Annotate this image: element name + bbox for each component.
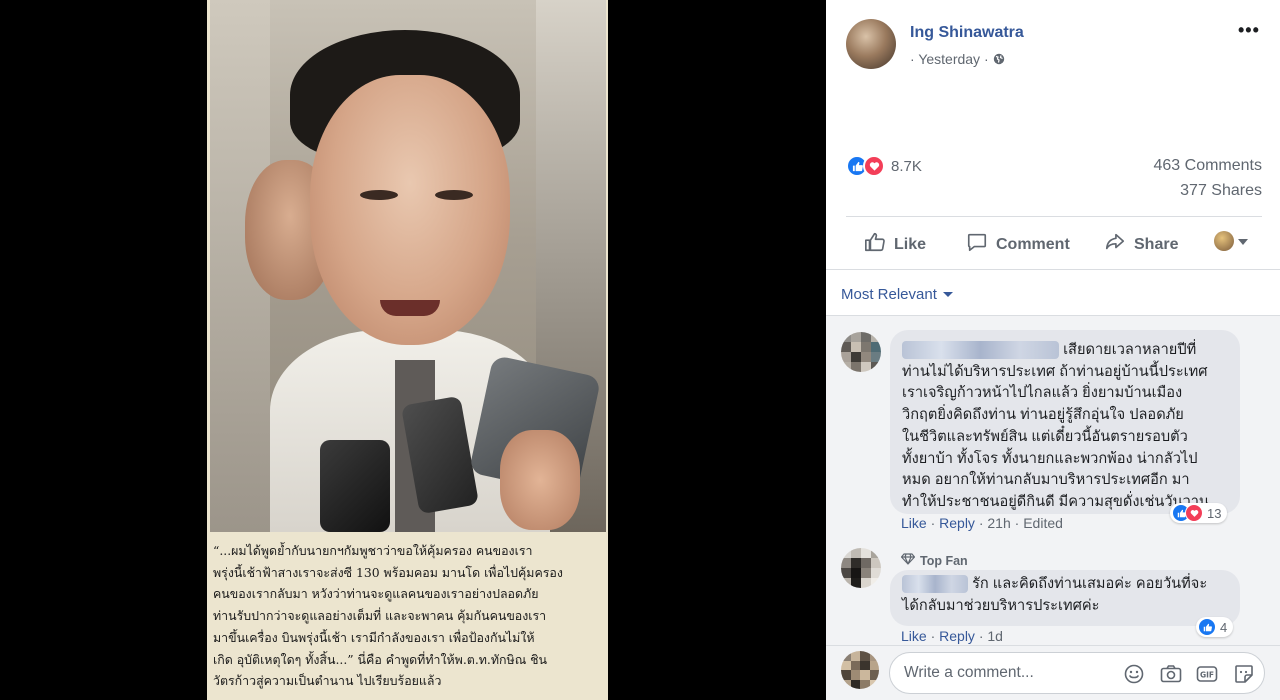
speech-bubble-icon (966, 231, 996, 258)
diamond-icon (900, 553, 916, 568)
commenter-avatar-pixelated[interactable] (841, 332, 881, 372)
comment-actions: Like · Reply · 21h · Edited (901, 515, 1063, 531)
page-avatar (1214, 231, 1234, 251)
separator: · (1010, 515, 1024, 531)
comment-actions: Like · Reply · 1d (901, 628, 1003, 644)
comment-button[interactable]: Comment (966, 231, 1070, 258)
separator: · (926, 515, 940, 531)
sticker-icon[interactable] (1233, 663, 1255, 685)
gif-icon[interactable]: GIF (1196, 663, 1218, 685)
comment-text-line: ได้กลับมาช่วยบริหารประเทศค่ะ (902, 597, 1100, 614)
comment-like-link[interactable]: Like (901, 628, 927, 644)
comments-count-link[interactable]: 463 Comments (1154, 157, 1263, 175)
divider (846, 216, 1262, 217)
caption-line: เกิด อุบัติเหตุใดๆ ทั้งสิ้น...” นี่คือ ค… (213, 651, 548, 667)
reaction-count: 13 (1207, 505, 1222, 521)
caption-line: วัตรก้าวสู่ความเป็นตำนาน ไปเรียบร้อยแล้ว (213, 673, 442, 689)
newspaper-clipping: “...ผมได้พูดย้ำกับนายกฯกัมพูชาว่าขอให้คุ… (207, 0, 608, 700)
comments-list: เสียดายเวลาหลายปีที่ ท่านไม่ได้บริหารประ… (826, 315, 1280, 645)
comment-text-line: ในชีวิตและทรัพย์สิน แต่เดี๋ยวนี้อันตรายร… (902, 428, 1188, 445)
emoji-icon[interactable] (1123, 663, 1145, 685)
caption-line: พรุ่งนี้เช้าฟ้าสางเราจะส่งซี 130 พร้อมคอ… (213, 564, 563, 580)
reaction-count: 8.7K (891, 157, 922, 175)
reactions-summary[interactable]: 8.7K (846, 155, 922, 177)
author-avatar[interactable] (846, 19, 896, 69)
comment-reply-link[interactable]: Reply (939, 628, 975, 644)
svg-text:GIF: GIF (1200, 671, 1214, 680)
share-button-label: Share (1134, 235, 1179, 253)
globe-icon (993, 51, 1005, 67)
comment-bubble: เสียดายเวลาหลายปีที่ ท่านไม่ได้บริหารประ… (890, 330, 1240, 514)
comment-text-line: ท่านไม่ได้บริหารประเทศ ถ้าท่านอยู่บ้านนี… (902, 363, 1208, 380)
share-arrow-icon (1104, 231, 1134, 258)
like-button-label: Like (894, 235, 927, 253)
meta-dot: · (980, 51, 993, 67)
separator: · (974, 515, 988, 531)
sort-label: Most Relevant (841, 286, 937, 303)
top-fan-badge[interactable]: Top Fan (900, 553, 968, 568)
comment-text-line: เสียดายเวลาหลายปีที่ (1063, 342, 1197, 358)
post-side-panel: Ing Shinawatra · Yesterday · ••• 8.7K 46… (826, 0, 1280, 700)
comment-reactions[interactable]: 13 (1170, 503, 1228, 523)
commenter-name-blurred[interactable] (902, 341, 1059, 360)
comment-bubble: รัก และคิดถึงท่านเสมอค่ะ คอยวันที่จะ ได้… (890, 570, 1240, 626)
like-reaction-icon (1198, 618, 1216, 636)
author-name[interactable]: Ing Shinawatra (910, 24, 1024, 42)
post-time[interactable]: Yesterday (918, 51, 980, 67)
comment-reply-link[interactable]: Reply (939, 515, 975, 531)
comment-composer: Write a comment... GIF (826, 645, 1280, 700)
comment-reactions[interactable]: 4 (1196, 617, 1234, 637)
post-meta: · Yesterday · (910, 51, 1005, 67)
comment-text-line: ทั้งยาบ้า ทั้งโจร ทั้งนายกและพวกพ้อง น่า… (902, 450, 1198, 467)
like-button[interactable]: Like (864, 231, 926, 258)
reaction-as-selector[interactable] (1214, 231, 1256, 251)
clipping-caption: “...ผมได้พูดย้ำกับนายกฯกัมพูชาว่าขอให้คุ… (213, 540, 605, 692)
separator: · (926, 628, 940, 644)
edited-label[interactable]: Edited (1023, 515, 1063, 531)
camera-icon[interactable] (1160, 663, 1182, 685)
comment-time[interactable]: 1d (987, 628, 1003, 644)
thumbs-up-icon (864, 231, 894, 258)
comment-text-line: วิกฤตยิ่งคิดถึงท่าน ท่านอยู่รู้สึกอุ่นใจ… (902, 407, 1184, 424)
caption-line: คนของเรากลับมา หวังว่าท่านจะดูแลคนของเรา… (213, 586, 539, 602)
post-action-bar: Like Comment Share (846, 225, 1262, 263)
caret-down-icon (942, 292, 953, 297)
comment-like-link[interactable]: Like (901, 515, 927, 531)
comment-text-line: หมด อยากให้ท่านกลับมาบริหารประเทศอีก มา (902, 472, 1190, 489)
clipping-photo (210, 0, 606, 532)
comment-sort-dropdown[interactable]: Most Relevant (841, 286, 953, 303)
shares-count-link[interactable]: 377 Shares (1180, 182, 1262, 200)
comment-button-label: Comment (996, 235, 1070, 253)
photo-viewer[interactable]: “...ผมได้พูดย้ำกับนายกฯกัมพูชาว่าขอให้คุ… (0, 0, 826, 700)
reaction-count: 4 (1220, 619, 1228, 635)
caret-down-icon (1238, 232, 1256, 250)
commenter-name-blurred[interactable] (902, 575, 968, 594)
comment-input[interactable]: Write a comment... GIF (889, 652, 1265, 694)
share-button[interactable]: Share (1104, 231, 1178, 258)
badge-label: Top Fan (920, 553, 968, 568)
separator: · (974, 628, 988, 644)
caption-line: มาขึ้นเครื่อง บินพรุ่งนี้เช้า เรามีกำลัง… (213, 629, 535, 645)
divider (826, 269, 1280, 270)
more-options-button[interactable]: ••• (1238, 20, 1260, 41)
comment-text-line: เราเจริญก้าวหน้าไปไกลแล้ว ยิ่งยามบ้านเมื… (902, 385, 1183, 402)
comment-input-placeholder: Write a comment... (904, 664, 1034, 681)
caption-line: “...ผมได้พูดย้ำกับนายกฯกัมพูชาว่าขอให้คุ… (213, 543, 533, 558)
love-reaction-icon (863, 155, 885, 177)
caption-line: ท่านรับปากว่าจะดูแลอย่างเต็มที่ และจะพาค… (213, 608, 547, 624)
my-avatar-pixelated (841, 651, 879, 689)
commenter-avatar-pixelated[interactable] (841, 548, 881, 588)
comment-text-line: รัก และคิดถึงท่านเสมอค่ะ คอยวันที่จะ (972, 576, 1208, 592)
comment-time[interactable]: 21h (987, 515, 1010, 531)
love-reaction-icon (1185, 504, 1203, 522)
